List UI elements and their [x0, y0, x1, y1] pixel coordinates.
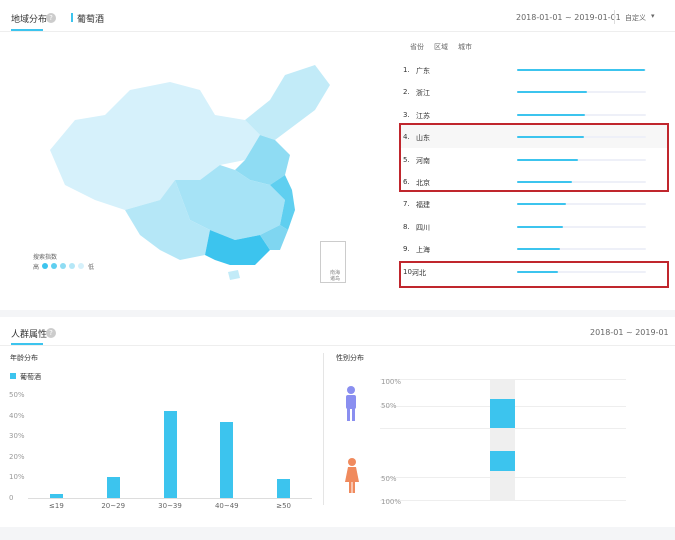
gender-gridline — [380, 379, 626, 380]
age-x-tick: 20~29 — [101, 502, 126, 510]
ranking-bar-track — [517, 248, 646, 251]
ranking-bar-fill — [517, 225, 564, 228]
ranking-bar-fill — [517, 113, 586, 116]
crowd-date-range[interactable]: 2018-01 ~ 2019-01 — [590, 328, 669, 337]
gender-gridline — [380, 428, 626, 429]
ranking-province-name[interactable]: 江苏 — [416, 111, 430, 121]
age-y-tick: 30% — [9, 432, 25, 441]
gender-axis-label: 50% — [381, 402, 397, 410]
region-tab-title[interactable]: 地域分布 — [11, 12, 47, 25]
ranking-bar-fill — [517, 248, 560, 251]
age-legend-label: 葡萄酒 — [20, 373, 41, 381]
legend-swatch — [42, 263, 48, 269]
legend-swatch — [78, 263, 84, 269]
ranking-rank: 7. — [403, 200, 410, 209]
help-icon[interactable]: ? — [46, 328, 56, 338]
map-legend-high: 高 — [33, 264, 40, 271]
ranking-rank: 2. — [403, 88, 410, 97]
age-bar[interactable] — [220, 421, 234, 498]
chevron-down-icon[interactable]: ▾ — [651, 12, 655, 20]
map-legend-low: 低 — [88, 264, 95, 271]
age-x-axis — [28, 498, 312, 499]
filter-city[interactable]: 城市 — [458, 42, 472, 52]
ranking-province-name[interactable]: 四川 — [416, 223, 430, 233]
ranking-bar-fill — [517, 203, 567, 206]
map-region-hainan — [228, 270, 240, 280]
filter-province[interactable]: 省份 — [410, 42, 424, 52]
female-icon — [345, 458, 359, 493]
gender-title: 性别分布 — [336, 354, 364, 362]
ranking-bar-fill — [517, 69, 645, 71]
age-x-tick: 40~49 — [214, 502, 239, 510]
header-divider — [0, 31, 675, 32]
series-marker — [71, 13, 73, 22]
divider — [614, 10, 615, 24]
ranking-province-name[interactable]: 浙江 — [416, 88, 430, 98]
ranking-province-name[interactable]: 广东 — [416, 66, 430, 76]
age-legend-swatch — [10, 373, 16, 379]
male-icon — [346, 386, 356, 421]
section-divider — [323, 353, 324, 505]
legend-swatch — [51, 263, 57, 269]
age-y-tick: 10% — [9, 473, 25, 482]
gender-axis-label: 50% — [381, 475, 397, 483]
highlight-box-rank-4-6 — [399, 123, 669, 192]
region-distribution-panel: 地域分布 ? 葡萄酒 2018-01-01 ~ 2019-01-01 自定义 ▾… — [0, 0, 675, 310]
age-x-tick: ≥50 — [276, 502, 291, 510]
ranking-province-name[interactable]: 上海 — [416, 245, 430, 255]
ranking-rank: 3. — [403, 110, 410, 119]
ranking-bar-fill — [517, 91, 587, 94]
gender-gridline — [380, 477, 626, 478]
age-bar[interactable] — [163, 411, 177, 498]
age-x-tick: 30~39 — [158, 502, 182, 510]
age-x-tick: ≤19 — [49, 502, 64, 510]
age-y-tick: 50% — [9, 391, 25, 399]
ranking-province-name[interactable]: 福建 — [416, 200, 430, 210]
ranking-bar-track — [517, 203, 646, 206]
south-sea-label: 南海 诸岛 — [330, 270, 341, 282]
series-label: 葡萄酒 — [77, 15, 105, 25]
crowd-attributes-panel: 人群属性 ? 2018-01 ~ 2019-01 年龄分布 葡萄酒 0 10% 20… — [0, 317, 675, 527]
ranking-bar-track — [517, 225, 646, 228]
gender-bar-male[interactable] — [490, 398, 515, 428]
age-title: 年龄分布 — [10, 354, 38, 362]
ranking-bar-track — [517, 91, 646, 94]
custom-date-select[interactable]: 自定义 — [625, 13, 646, 23]
age-bar[interactable] — [106, 477, 120, 498]
ranking-rank: 1. — [403, 66, 410, 74]
age-bar[interactable] — [277, 479, 291, 498]
ranking-bar-track — [517, 69, 646, 71]
highlight-box-rank-10 — [399, 261, 669, 288]
gender-gridline — [380, 500, 626, 501]
legend-swatch — [60, 263, 66, 269]
age-y-tick: 40% — [9, 411, 25, 420]
age-y-tick: 0 — [9, 494, 14, 502]
crowd-tab-title[interactable]: 人群属性 — [11, 327, 47, 340]
header-divider — [0, 345, 675, 346]
filter-region[interactable]: 区域 — [434, 42, 448, 52]
ranking-rank: 8. — [403, 222, 410, 231]
map-region-north-east — [245, 65, 330, 140]
help-icon[interactable]: ? — [46, 13, 56, 23]
gender-bar-female[interactable] — [490, 451, 515, 471]
age-y-tick: 20% — [9, 452, 25, 461]
gender-column-bg — [490, 379, 515, 500]
ranking-bar-track — [517, 113, 646, 116]
gender-axis-label: 100% — [381, 378, 402, 386]
date-range[interactable]: 2018-01-01 ~ 2019-01-01 — [516, 13, 621, 22]
ranking-rank: 9. — [403, 245, 410, 254]
age-bar[interactable] — [49, 493, 63, 498]
legend-swatch — [69, 263, 75, 269]
china-map[interactable] — [30, 60, 360, 285]
gender-axis-label: 100% — [381, 498, 402, 506]
map-legend-title: 搜索指数 — [33, 254, 58, 261]
